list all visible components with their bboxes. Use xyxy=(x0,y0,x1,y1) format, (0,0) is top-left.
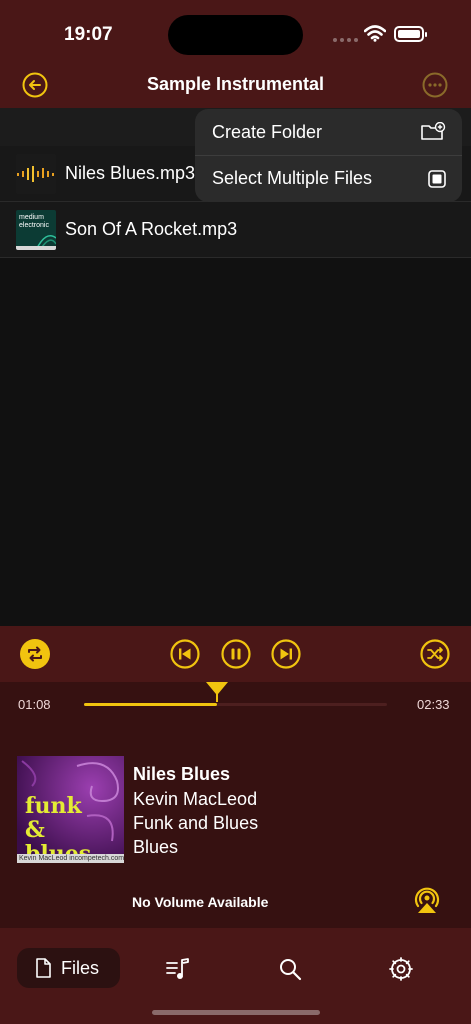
track-album: Funk and Blues xyxy=(133,813,259,833)
next-track-button[interactable] xyxy=(271,639,301,669)
track-title: Niles Blues xyxy=(133,764,231,784)
document-icon xyxy=(36,958,51,978)
track-genre: Blues xyxy=(133,837,179,857)
menu-item-label: Select Multiple Files xyxy=(212,168,373,188)
previous-track-button[interactable] xyxy=(170,639,200,669)
tab-files-label: Files xyxy=(61,957,100,978)
album-art-title: funk & blues xyxy=(25,793,92,863)
tab-files[interactable]: Files xyxy=(17,948,120,988)
nav-bar: Sample Instrumental xyxy=(0,64,471,108)
file-row-son-of-a-rocket[interactable]: medium electronic Son Of A Rocket.mp3 xyxy=(0,202,471,258)
thumb-text: medium xyxy=(19,213,44,221)
album-art[interactable]: funk & blues Kevin MacLeod incompetech.c… xyxy=(17,756,124,863)
thumb-text: electronic xyxy=(19,221,49,229)
status-bar: 19:07 xyxy=(0,0,471,64)
slider-thumb-icon[interactable] xyxy=(206,682,229,704)
search-icon[interactable] xyxy=(278,957,302,981)
album-art-credit: Kevin MacLeod incompetech.com xyxy=(17,854,124,863)
playlist-icon[interactable] xyxy=(166,957,190,981)
gear-icon[interactable] xyxy=(389,957,413,981)
volume-status: No Volume Available xyxy=(132,894,269,910)
progress-area: 01:08 02:33 xyxy=(0,682,471,728)
player-controls xyxy=(0,626,471,682)
progress-fill xyxy=(84,703,218,706)
elapsed-time: 01:08 xyxy=(18,697,51,712)
file-name: Niles Blues.mp3 xyxy=(65,163,196,183)
file-name: Son Of A Rocket.mp3 xyxy=(65,219,238,239)
waveform-thumb-icon xyxy=(16,153,56,194)
status-time: 19:07 xyxy=(64,24,113,45)
wifi-icon xyxy=(364,25,386,42)
home-indicator xyxy=(152,1010,320,1015)
repeat-button[interactable] xyxy=(20,639,50,669)
dynamic-island xyxy=(168,15,303,55)
select-multiple-files-item[interactable]: Select Multiple Files xyxy=(195,155,462,201)
menu-item-label: Create Folder xyxy=(212,121,323,142)
create-folder-item[interactable]: Create Folder xyxy=(195,109,462,155)
checkbox-icon xyxy=(428,169,446,188)
now-playing: funk & blues Kevin MacLeod incompetech.c… xyxy=(0,728,471,928)
battery-icon xyxy=(394,26,427,42)
track-artist: Kevin MacLeod xyxy=(133,789,258,809)
context-menu: Create Folder Select Multiple Files xyxy=(195,109,462,202)
signal-icon xyxy=(333,38,358,42)
total-duration: 02:33 xyxy=(417,697,450,712)
more-options-button[interactable] xyxy=(422,72,448,98)
folder-plus-icon xyxy=(421,122,446,140)
shuffle-button[interactable] xyxy=(420,639,450,669)
page-title: Sample Instrumental xyxy=(146,74,325,94)
progress-slider[interactable] xyxy=(84,703,387,706)
pause-button[interactable] xyxy=(221,639,251,669)
album-thumb-icon: medium electronic xyxy=(16,209,56,250)
airplay-button[interactable] xyxy=(413,886,441,914)
